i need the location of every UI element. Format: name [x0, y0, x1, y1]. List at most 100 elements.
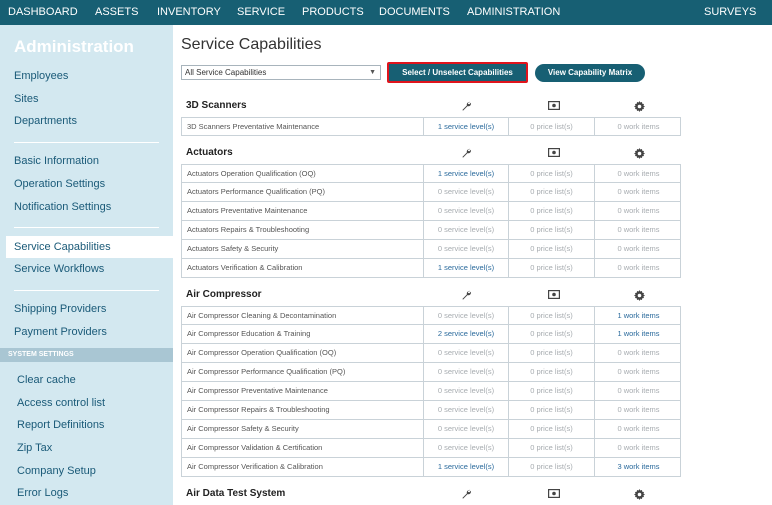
sidebar-item-payment-providers[interactable]: Payment Providers [14, 321, 107, 343]
work-items-link[interactable]: 0 work items [595, 118, 682, 136]
work-items-link[interactable]: 0 work items [595, 183, 682, 201]
service-levels-link[interactable]: 0 service level(s) [424, 240, 509, 258]
price-lists-link[interactable]: 0 price list(s) [509, 183, 595, 201]
sidebar-item-access-control-list[interactable]: Access control list [17, 392, 105, 414]
work-items-link[interactable]: 1 work items [595, 325, 682, 343]
sidebar-item-operation-settings[interactable]: Operation Settings [14, 173, 105, 195]
price-lists-link[interactable]: 0 price list(s) [509, 363, 595, 381]
capability-row: Actuators Verification & Calibration 1 se… [181, 259, 681, 278]
system-settings-header: SYSTEM SETTINGS [0, 348, 173, 362]
service-levels-link[interactable]: 0 service level(s) [424, 344, 509, 362]
sidebar-item-zip-tax[interactable]: Zip Tax [17, 437, 52, 459]
nav-assets[interactable]: ASSETS [95, 0, 138, 25]
price-lists-link[interactable]: 0 price list(s) [509, 344, 595, 362]
work-items-link[interactable]: 0 work items [595, 439, 682, 457]
service-levels-link[interactable]: 0 service level(s) [424, 439, 509, 457]
service-levels-link[interactable]: 1 service level(s) [424, 458, 509, 476]
capability-group-title: Actuators [186, 147, 233, 158]
sidebar-item-employees[interactable]: Employees [14, 65, 68, 87]
capability-name: Actuators Preventative Maintenance [182, 202, 424, 220]
service-levels-link[interactable]: 1 service level(s) [424, 259, 509, 277]
money-icon [548, 290, 560, 300]
sidebar-item-service-capabilities[interactable]: Service Capabilities [6, 236, 173, 258]
work-items-link[interactable]: 1 work items [595, 307, 682, 325]
nav-surveys[interactable]: SURVEYS [704, 0, 756, 25]
capability-row: Air Compressor Education & Training 2 ser… [181, 325, 681, 344]
nav-service[interactable]: SERVICE [237, 0, 285, 25]
capability-name: Actuators Performance Qualification (PQ) [182, 183, 424, 201]
price-lists-link[interactable]: 0 price list(s) [509, 458, 595, 476]
capability-name: Air Compressor Performance Qualification… [182, 363, 424, 381]
work-items-link[interactable]: 0 work items [595, 382, 682, 400]
work-items-link[interactable]: 0 work items [595, 240, 682, 258]
service-levels-link[interactable]: 0 service level(s) [424, 307, 509, 325]
service-levels-link[interactable]: 0 service level(s) [424, 420, 509, 438]
price-lists-link[interactable]: 0 price list(s) [509, 165, 595, 183]
price-lists-link[interactable]: 0 price list(s) [509, 307, 595, 325]
price-lists-link[interactable]: 0 price list(s) [509, 240, 595, 258]
price-lists-link[interactable]: 0 price list(s) [509, 325, 595, 343]
sidebar-item-shipping-providers[interactable]: Shipping Providers [14, 298, 106, 320]
money-icon [548, 101, 560, 111]
nav-documents[interactable]: DOCUMENTS [379, 0, 450, 25]
price-lists-link[interactable]: 0 price list(s) [509, 118, 595, 136]
capability-name: Actuators Verification & Calibration [182, 259, 424, 277]
price-lists-link[interactable]: 0 price list(s) [509, 382, 595, 400]
nav-dashboard[interactable]: DASHBOARD [8, 0, 78, 25]
service-levels-link[interactable]: 0 service level(s) [424, 202, 509, 220]
work-items-link[interactable]: 3 work items [595, 458, 682, 476]
sidebar-item-report-definitions[interactable]: Report Definitions [17, 414, 104, 436]
work-items-link[interactable]: 0 work items [595, 401, 682, 419]
chevron-down-icon: ▼ [369, 69, 376, 76]
service-levels-link[interactable]: 0 service level(s) [424, 401, 509, 419]
service-levels-link[interactable]: 2 service level(s) [424, 325, 509, 343]
money-icon [548, 489, 560, 499]
service-levels-link[interactable]: 0 service level(s) [424, 221, 509, 239]
sidebar-item-notification-settings[interactable]: Notification Settings [14, 196, 111, 218]
service-levels-link[interactable]: 0 service level(s) [424, 183, 509, 201]
work-items-link[interactable]: 0 work items [595, 259, 682, 277]
sidebar-item-departments[interactable]: Departments [14, 110, 77, 132]
capability-row: Air Compressor Validation & Certificatio… [181, 439, 681, 458]
sidebar-item-company-setup[interactable]: Company Setup [17, 460, 96, 482]
price-lists-link[interactable]: 0 price list(s) [509, 420, 595, 438]
gear-icon [634, 148, 646, 159]
work-items-link[interactable]: 0 work items [595, 363, 682, 381]
service-levels-link[interactable]: 0 service level(s) [424, 382, 509, 400]
capability-row: Air Compressor Performance Qualification… [181, 363, 681, 382]
price-lists-link[interactable]: 0 price list(s) [509, 221, 595, 239]
capability-row: Air Compressor Verification & Calibratio… [181, 458, 681, 477]
sidebar-item-basic-information[interactable]: Basic Information [14, 150, 99, 172]
sidebar-divider [14, 290, 159, 291]
price-lists-link[interactable]: 0 price list(s) [509, 439, 595, 457]
service-levels-link[interactable]: 0 service level(s) [424, 363, 509, 381]
nav-administration[interactable]: ADMINISTRATION [467, 0, 560, 25]
work-items-link[interactable]: 0 work items [595, 165, 682, 183]
work-items-link[interactable]: 0 work items [595, 344, 682, 362]
capability-group-title: 3D Scanners [186, 100, 247, 111]
service-levels-link[interactable]: 1 service level(s) [424, 165, 509, 183]
view-capability-matrix-button[interactable]: View Capability Matrix [535, 64, 645, 82]
capability-name: Air Compressor Preventative Maintenance [182, 382, 424, 400]
nav-inventory[interactable]: INVENTORY [157, 0, 221, 25]
sidebar-item-clear-cache[interactable]: Clear cache [17, 369, 76, 391]
work-items-link[interactable]: 0 work items [595, 221, 682, 239]
price-lists-link[interactable]: 0 price list(s) [509, 202, 595, 220]
capability-name: Air Compressor Validation & Certificatio… [182, 439, 424, 457]
capability-filter-select[interactable]: All Service Capabilities ▼ [181, 65, 381, 80]
nav-products[interactable]: PRODUCTS [302, 0, 364, 25]
sidebar-item-error-logs[interactable]: Error Logs [17, 482, 68, 504]
service-levels-link[interactable]: 1 service level(s) [424, 118, 509, 136]
sidebar-item-service-workflows[interactable]: Service Workflows [14, 258, 104, 280]
capability-row: Actuators Preventative Maintenance 0 serv… [181, 202, 681, 221]
wrench-icon [461, 290, 473, 300]
work-items-link[interactable]: 0 work items [595, 420, 682, 438]
price-lists-link[interactable]: 0 price list(s) [509, 259, 595, 277]
select-unselect-capabilities-button[interactable]: Select / Unselect Capabilities [387, 62, 528, 83]
work-items-link[interactable]: 0 work items [595, 202, 682, 220]
price-lists-link[interactable]: 0 price list(s) [509, 401, 595, 419]
sidebar-item-sites[interactable]: Sites [14, 88, 38, 110]
money-icon [548, 148, 560, 158]
main-content: Service Capabilities All Service Capabil… [173, 25, 772, 505]
capability-row: Actuators Repairs & Troubleshooting 0 ser… [181, 221, 681, 240]
